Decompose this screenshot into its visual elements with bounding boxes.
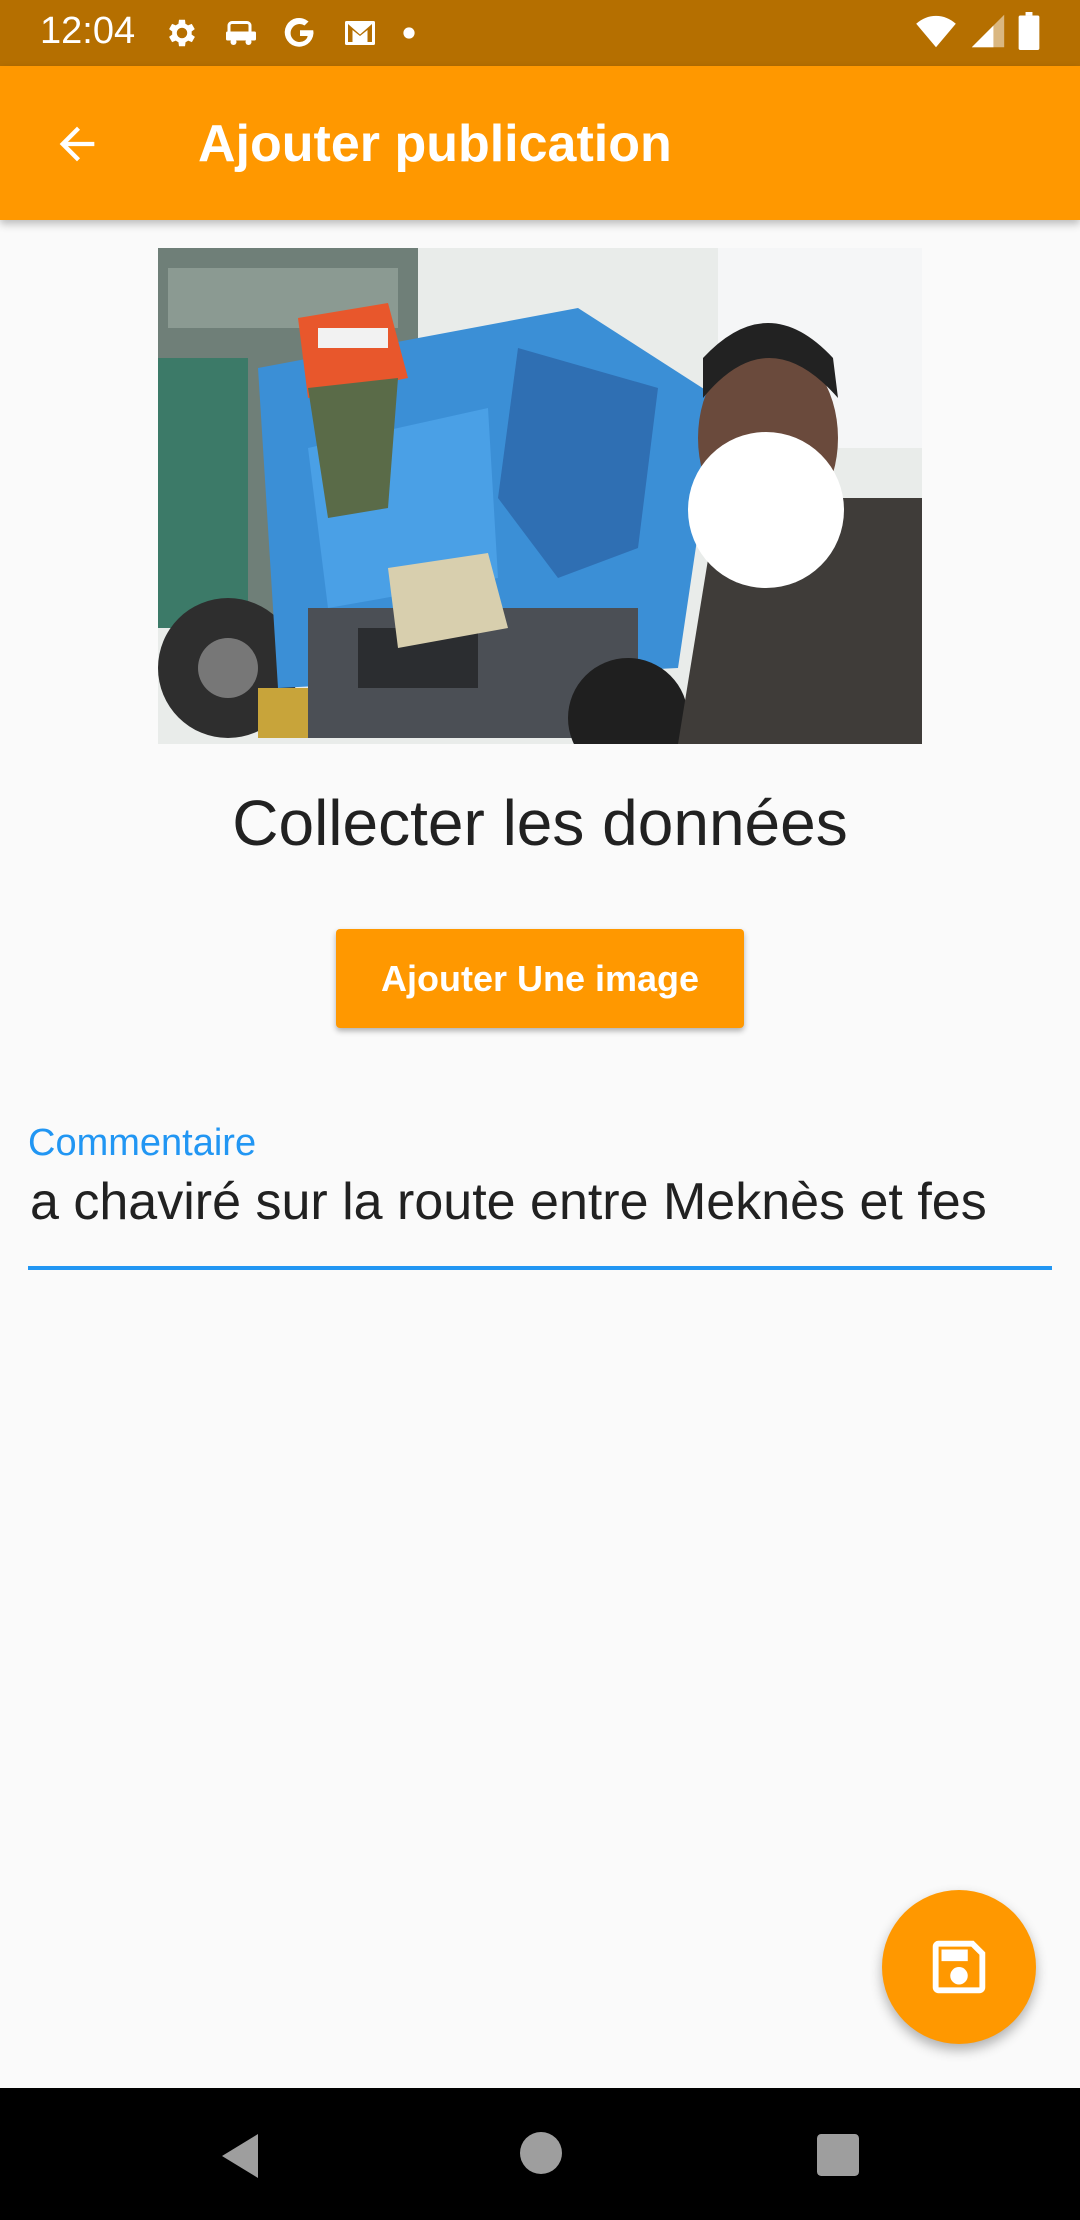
wifi-icon <box>914 13 958 54</box>
save-button[interactable] <box>882 1890 1036 2044</box>
signal-icon <box>970 13 1006 54</box>
comment-input[interactable]: a chaviré sur la route entre Meknès et f… <box>30 1172 987 1232</box>
back-button[interactable] <box>42 112 112 176</box>
status-bar: 12:04 <box>0 0 1080 66</box>
status-time: 12:04 <box>40 10 136 52</box>
page-title: Ajouter publication <box>198 115 672 173</box>
system-icons <box>914 11 1040 55</box>
nav-home-icon[interactable] <box>520 2132 562 2179</box>
section-title: Collecter les données <box>232 787 848 859</box>
accident-photo <box>158 248 922 744</box>
gmail-icon <box>340 15 380 51</box>
comment-underline <box>28 1266 1052 1270</box>
comment-label: Commentaire <box>28 1122 257 1164</box>
car-icon <box>222 15 260 51</box>
google-icon <box>282 15 318 51</box>
nav-recents-icon[interactable] <box>817 2134 859 2181</box>
battery-icon <box>1018 11 1040 55</box>
navigation-bar <box>0 2088 1080 2220</box>
save-icon <box>932 1940 986 1994</box>
add-image-button[interactable]: Ajouter Une image <box>336 929 744 1028</box>
arrow-back-icon <box>59 126 95 162</box>
settings-icon <box>164 15 200 51</box>
notification-icons <box>164 12 416 54</box>
nav-back-icon[interactable] <box>218 2132 262 2185</box>
app-bar: Ajouter publication <box>0 66 1080 220</box>
dot-icon <box>402 26 416 40</box>
